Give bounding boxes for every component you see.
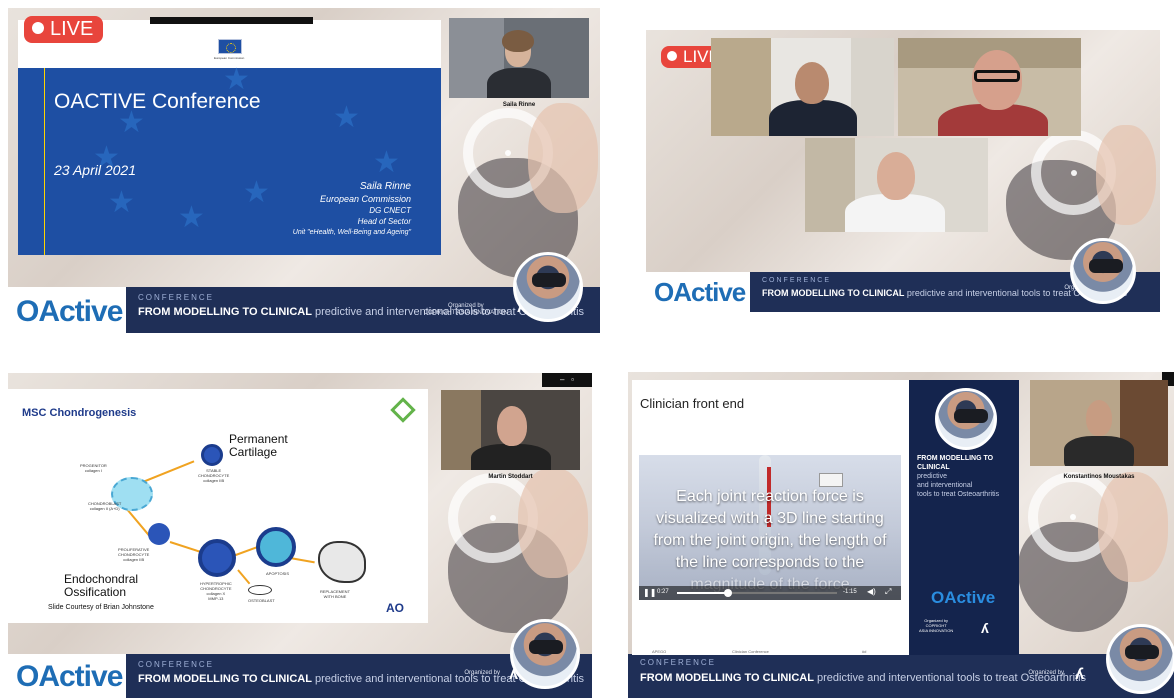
- eu-flag-icon: [218, 39, 242, 54]
- organizer-logo: ʎ: [981, 620, 989, 636]
- oactive-logo: OActive: [654, 277, 746, 307]
- subtitle-line-2: visualized with a 3D line starting: [656, 510, 884, 527]
- chondroblast-label: CHONDROBLAST collagen II (A+D): [88, 501, 122, 511]
- proliferative-label: PROLIFERATIVE CHONDROCYTE collagen IIB: [118, 547, 150, 562]
- info-card: [819, 473, 843, 487]
- speaker-name: Saila Rinne: [502, 102, 536, 108]
- courtesy-label: Slide Courtesy of Brian Johnstone: [48, 604, 154, 611]
- vr-user-avatar: [513, 252, 583, 322]
- speaker-block: Saila Rinne European Commission DG CNECT…: [292, 181, 411, 236]
- participant-camera-1: [711, 38, 894, 136]
- oactive-logo: OActive: [16, 660, 123, 693]
- slide-title: OACTIVE Conference: [54, 90, 261, 113]
- apoptosis-label: APOPTOSIS: [266, 571, 290, 576]
- card-logo: OActive: [931, 588, 996, 607]
- slide-top-bar: [150, 17, 313, 24]
- subtitle-line-3: from the joint origin, the length of: [653, 532, 887, 549]
- proliferative-cell: [148, 523, 170, 545]
- conference-side-card: FROM MODELLING TO CLINICAL predictive an…: [909, 380, 1019, 655]
- live-badge: LIVE: [24, 16, 104, 43]
- volume-icon[interactable]: ◀): [867, 587, 876, 596]
- bone-icon: [318, 541, 366, 583]
- hypertrophic-label: HYPERTROPHIC CHONDROCYTE collagen X MMP-13: [200, 581, 232, 601]
- subtitle-line-4: the line corresponds to the: [675, 554, 865, 571]
- pause-icon[interactable]: ❚❚: [643, 588, 656, 597]
- speaker-name: Martin Stoddart: [488, 474, 533, 480]
- apoptosis-cell: [256, 527, 296, 567]
- vr-user-avatar: [510, 619, 580, 689]
- slide-logo-icon: [390, 397, 416, 423]
- ao-logo: AO: [386, 601, 404, 615]
- conference-banner: OActive CONFERENCE FROM MODELLING TO CLI…: [8, 287, 600, 333]
- speaker-camera: [1030, 380, 1168, 466]
- slide-title: Clinician front end: [640, 396, 745, 411]
- card-title: FROM MODELLING TO CLINICAL predictive an…: [917, 455, 1000, 498]
- slide-date: 23 April 2021: [54, 162, 136, 178]
- vr-user-avatar: [935, 388, 997, 450]
- participant-camera-2: [898, 38, 1081, 136]
- organizer-label: Organized by COPRIGHT ASIA INNOVATION: [423, 303, 508, 316]
- progenitor-label: PROGENITOR collagen I: [80, 463, 107, 473]
- speaker-name: Konstantinos Moustakas: [1063, 474, 1135, 480]
- fullscreen-icon[interactable]: ⤢: [885, 587, 891, 597]
- vr-user-avatar: [1070, 238, 1136, 304]
- speaker-camera: [449, 18, 589, 98]
- time-elapsed: 0:27: [657, 589, 669, 595]
- eu-label: European Commission: [214, 56, 245, 60]
- replacement-label: REPLACEMENT WITH BONE: [320, 589, 351, 599]
- seek-handle[interactable]: [724, 589, 732, 597]
- live-dot-icon: [32, 22, 44, 34]
- speaker-camera: [441, 390, 580, 470]
- conference-banner: OActive CONFERENCE FROM MODELLING TO CLI…: [8, 654, 592, 698]
- endochondral-label: Endochondral Ossification: [64, 572, 139, 599]
- osteoblast-label: OSTEOBLAST: [248, 598, 275, 603]
- osteoblast-cell: [248, 585, 272, 595]
- hypertrophic-cell: [198, 539, 236, 577]
- participant-camera-3: [805, 138, 988, 232]
- stable-chondrocyte-cell: [201, 444, 223, 466]
- conference-banner: CONFERENCE FROM MODELLING TO CLINICAL pr…: [628, 654, 1174, 698]
- slide-title: MSC Chondrogenesis: [22, 407, 137, 419]
- time-remaining: -1:15: [843, 589, 857, 595]
- presentation-slide: European Commission ★ ★ ★ ★ ★ ★ ★ ★ OACT…: [18, 20, 441, 255]
- permanent-cartilage-label: Permanent Cartilage: [229, 432, 288, 459]
- embedded-video[interactable]: Each joint reaction force is visualized …: [639, 455, 901, 600]
- window-controls[interactable]: – ▫: [542, 373, 592, 387]
- seek-bar[interactable]: [677, 589, 837, 597]
- oactive-logo: OActive: [16, 295, 123, 328]
- card-organizer: Organized by COPRIGHT ASIA INNOVATION: [919, 618, 954, 633]
- subtitle-line-1: Each joint reaction force is: [676, 488, 864, 505]
- video-controls: ❚❚ 0:27 -1:15 ◀) ⤢: [639, 586, 901, 600]
- vr-user-avatar: [1106, 624, 1174, 694]
- conference-label: CONFERENCE: [138, 293, 215, 302]
- presentation-slide: MSC Chondrogenesis Permanent Cartilage En…: [8, 389, 428, 623]
- stable-label: STABLE CHONDROCYTE collagen IIB: [198, 468, 230, 483]
- organizer-logo: ʎ: [1075, 666, 1084, 683]
